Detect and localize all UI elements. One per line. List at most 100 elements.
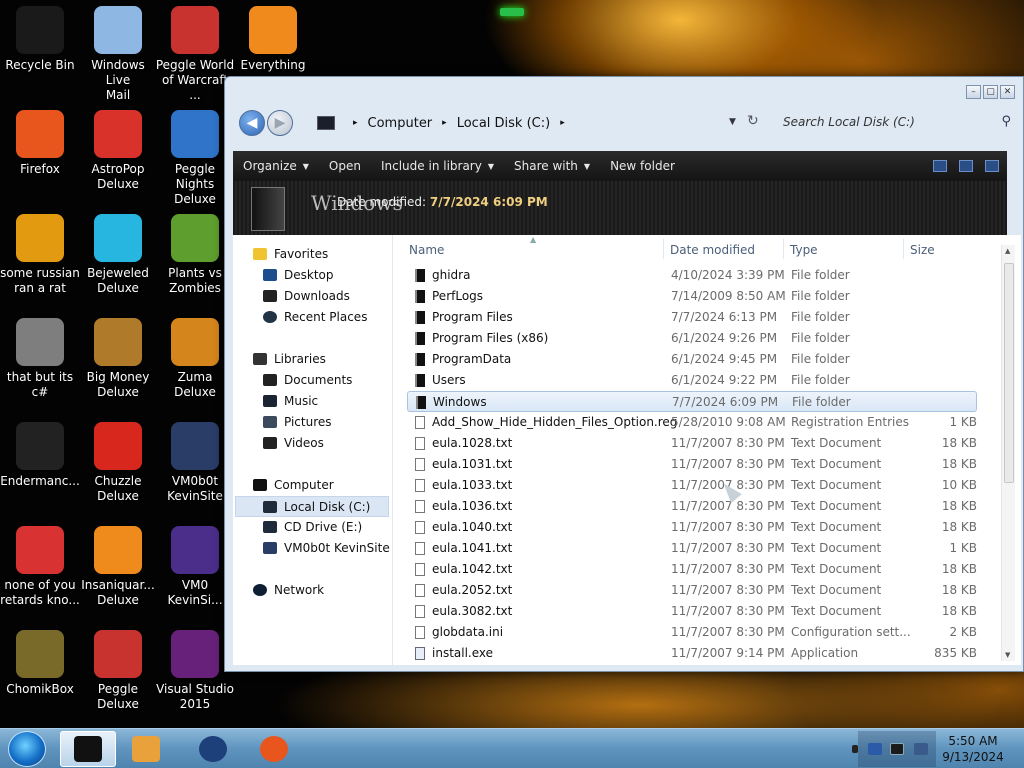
forward-button[interactable]: ▶ [267, 110, 293, 136]
scroll-down-icon[interactable]: ▼ [1005, 651, 1010, 659]
breadcrumb-arrow-icon[interactable]: ▸ [560, 118, 565, 128]
desktop-icon-peggle-deluxe[interactable]: Peggle Deluxe [78, 630, 158, 712]
desktop-icon-firefox[interactable]: Firefox [0, 110, 80, 177]
file-row[interactable]: PerfLogs 7/14/2009 8:50 AM File folder [407, 286, 977, 307]
desktop-icon-fish[interactable]: Insaniquar... Deluxe [78, 526, 158, 608]
back-button[interactable]: ◀ [239, 110, 265, 136]
change-view-icon[interactable] [933, 160, 947, 172]
refresh-icon[interactable]: ↻ [747, 113, 759, 129]
desktop-icon-red-app[interactable]: none of you retards kno... [0, 526, 80, 608]
file-row[interactable]: install.exe 11/7/2007 9:14 PM Application 8… [407, 643, 977, 664]
file-row[interactable]: globdata.ini 11/7/2007 8:30 PM Configurati… [407, 622, 977, 643]
file-row[interactable]: eula.1040.txt 11/7/2007 8:30 PM Text Docum… [407, 517, 977, 538]
nav-videos[interactable]: Videos [263, 436, 324, 450]
desktop-icon-chuzzle[interactable]: Chuzzle Deluxe [78, 422, 158, 504]
nav-vm-site[interactable]: VM0b0t KevinSite [263, 541, 390, 555]
desktop-icon-terminal[interactable]: Endermanc... [0, 422, 80, 489]
file-row[interactable]: eula.1041.txt 11/7/2007 8:30 PM Text Docum… [407, 538, 977, 559]
desktop-icon-firefox-file[interactable]: VM0 KevinSi... [155, 526, 235, 608]
file-row[interactable]: Windows 7/7/2024 6:09 PM File folder [407, 391, 977, 412]
nav-network[interactable]: Network [253, 583, 324, 597]
clock[interactable]: 5:50 AM 9/13/2024 [938, 733, 1008, 765]
desktop-icon-plant[interactable]: Plants vs Zombies [155, 214, 235, 296]
taskbar-explorer-button[interactable] [60, 731, 116, 767]
desktop-icon-magnifier[interactable]: Everything [233, 6, 313, 73]
breadcrumb-arrow-icon[interactable]: ▸ [353, 118, 358, 128]
nav-cd-drive[interactable]: CD Drive (E:) [263, 520, 362, 534]
file-row[interactable]: Users 6/1/2024 9:22 PM File folder [407, 370, 977, 391]
column-size[interactable]: Size [910, 243, 935, 257]
file-row[interactable]: eula.1031.txt 11/7/2007 8:30 PM Text Docum… [407, 454, 977, 475]
scrollbar-thumb[interactable] [1004, 263, 1014, 483]
column-date-modified[interactable]: Date modified [670, 243, 755, 257]
taskbar-firefox-button[interactable] [246, 731, 302, 767]
desktop-icon-de-app[interactable]: some russian ran a rat [0, 214, 80, 296]
column-type[interactable]: Type [790, 243, 818, 257]
nav-pictures[interactable]: Pictures [263, 415, 332, 429]
breadcrumb-local-disk[interactable]: Local Disk (C:) [457, 116, 550, 131]
close-button[interactable]: ✕ [1000, 85, 1015, 99]
file-row[interactable]: Program Files 7/7/2024 6:13 PM File folder [407, 307, 977, 328]
file-row[interactable]: ProgramData 6/1/2024 9:45 PM File folder [407, 349, 977, 370]
nav-local-disk[interactable]: Local Disk (C:) [235, 496, 389, 517]
desktop-icon-peggle-nights[interactable]: Peggle Nights Deluxe [155, 110, 235, 207]
nav-computer[interactable]: Computer [253, 478, 334, 492]
nav-recent-places[interactable]: Recent Places [263, 310, 367, 324]
desktop-icon-visual-studio[interactable]: Visual Studio 2015 [155, 630, 235, 712]
file-row[interactable]: Program Files (x86) 6/1/2024 9:26 PM File … [407, 328, 977, 349]
file-row[interactable]: Add_Show_Hide_Hidden_Files_Option.reg 5/2… [407, 412, 977, 433]
volume-icon[interactable] [914, 743, 928, 755]
show-hidden-icons-icon[interactable] [852, 745, 858, 753]
nav-libraries[interactable]: Libraries [253, 352, 326, 366]
search-input[interactable]: Search Local Disk (C:) ⚲ [779, 111, 1015, 135]
desktop-icon-zuma[interactable]: Zuma Deluxe [155, 318, 235, 400]
desktop-icon-gem[interactable]: Bejeweled Deluxe [78, 214, 158, 296]
network-status-icon[interactable] [890, 743, 904, 755]
desktop-icon-stack[interactable]: that but its c# [0, 318, 80, 400]
desktop-icon-recycle-bin[interactable]: Recycle Bin [0, 6, 80, 73]
breadcrumb-arrow-icon[interactable]: ▸ [442, 118, 447, 128]
file-row[interactable]: eula.1036.txt 11/7/2007 8:30 PM Text Docum… [407, 496, 977, 517]
file-row[interactable]: eula.3082.txt 11/7/2007 8:30 PM Text Docum… [407, 601, 977, 622]
new-folder-button[interactable]: New folder [600, 159, 685, 173]
address-bar[interactable]: ▸ Computer ▸ Local Disk (C:) ▸ [301, 111, 771, 135]
maximize-button[interactable]: ▢ [983, 85, 998, 99]
file-row[interactable]: eula.1028.txt 11/7/2007 8:30 PM Text Docum… [407, 433, 977, 454]
file-row[interactable]: eula.1042.txt 11/7/2007 8:30 PM Text Docum… [407, 559, 977, 580]
desktop-icon-peggle[interactable]: Peggle World of Warcraft ... [155, 6, 235, 103]
address-dropdown-icon[interactable]: ▼ [729, 117, 736, 127]
include-in-library-button[interactable]: Include in library ▼ [371, 159, 504, 173]
start-button[interactable] [8, 731, 46, 767]
nav-desktop[interactable]: Desktop [263, 268, 334, 282]
file-row[interactable]: eula.2052.txt 11/7/2007 8:30 PM Text Docum… [407, 580, 977, 601]
open-button[interactable]: Open [319, 159, 371, 173]
desktop-icon-astropop[interactable]: AstroPop Deluxe [78, 110, 158, 192]
file-row[interactable]: eula.1033.txt 11/7/2007 8:30 PM Text Docum… [407, 475, 977, 496]
explorer-window[interactable]: – ▢ ✕ ◀ ▶ ▸ Computer ▸ Local Disk (C:) ▸… [224, 76, 1024, 672]
desktop-icon-monitor[interactable]: VM0b0t KevinSite [155, 422, 235, 504]
column-divider[interactable] [663, 239, 664, 259]
minimize-button[interactable]: – [966, 85, 981, 99]
breadcrumb-computer[interactable]: Computer [368, 116, 433, 131]
desktop-icon-chomikbox[interactable]: ChomikBox [0, 630, 80, 697]
share-with-button[interactable]: Share with ▼ [504, 159, 600, 173]
shield-icon[interactable] [868, 743, 882, 755]
vertical-scrollbar[interactable]: ▲ ▼ [1001, 245, 1015, 661]
taskbar-media-button[interactable] [118, 731, 174, 767]
file-row[interactable]: ghidra 4/10/2024 3:39 PM File folder [407, 265, 977, 286]
scroll-up-icon[interactable]: ▲ [1005, 247, 1010, 255]
desktop-icon-money-bag[interactable]: Big Money Deluxe [78, 318, 158, 400]
column-divider[interactable] [783, 239, 784, 259]
nav-documents[interactable]: Documents [263, 373, 352, 387]
column-divider[interactable] [903, 239, 904, 259]
organize-button[interactable]: Organize ▼ [233, 159, 319, 173]
column-name[interactable]: Name [409, 243, 444, 257]
help-icon[interactable] [985, 160, 999, 172]
nav-downloads[interactable]: Downloads [263, 289, 350, 303]
nav-music[interactable]: Music [263, 394, 318, 408]
preview-pane-icon[interactable] [959, 160, 973, 172]
nav-favorites[interactable]: Favorites [253, 247, 328, 261]
desktop-icon-mail[interactable]: Windows Live Mail [78, 6, 158, 103]
taskbar-globe-button[interactable] [185, 731, 241, 767]
search-icon[interactable]: ⚲ [1001, 114, 1011, 129]
